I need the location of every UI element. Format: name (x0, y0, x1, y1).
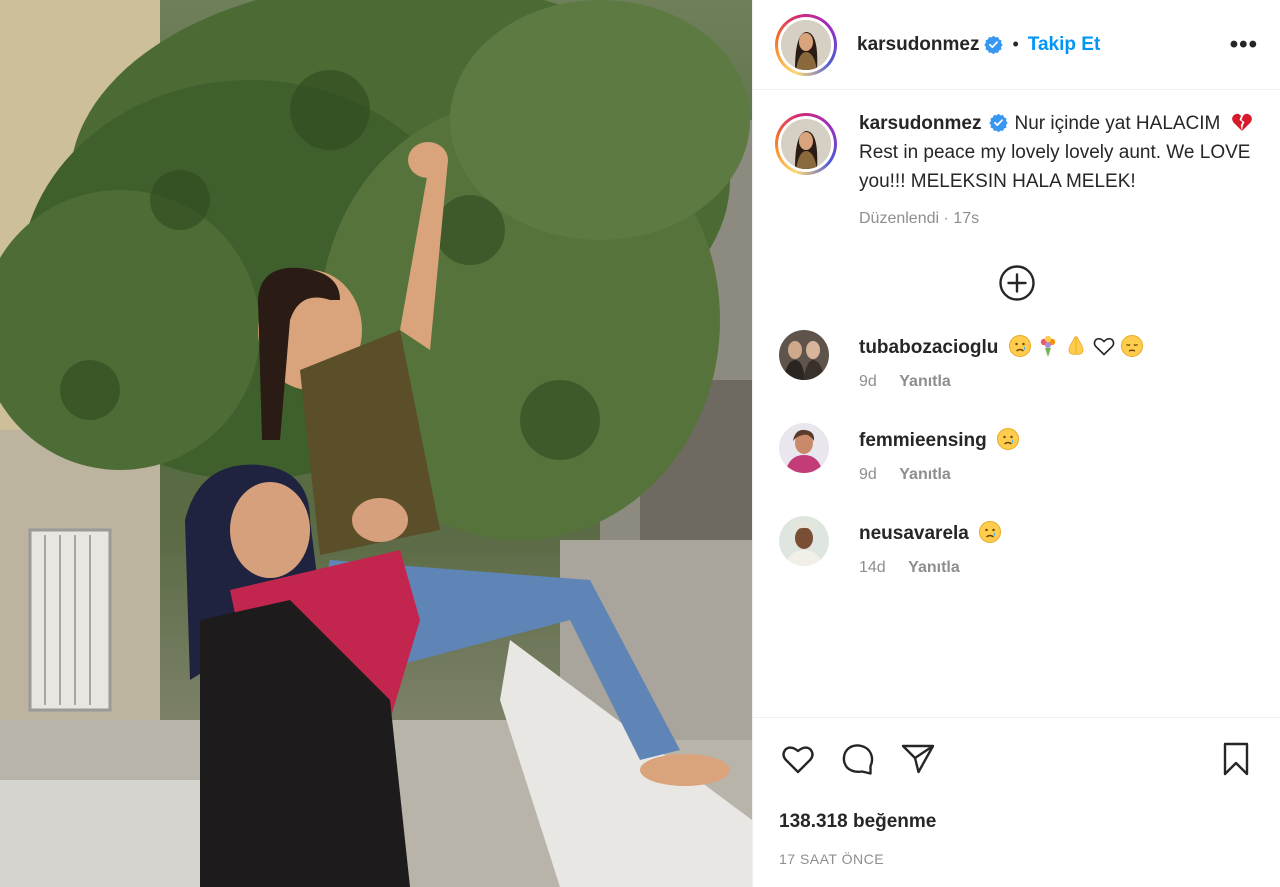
edited-separator: · (943, 210, 949, 227)
broken-heart-icon (1231, 113, 1252, 131)
plus-circle-icon (999, 265, 1035, 301)
post-timestamp[interactable]: 17 SAAT ÖNCE (753, 833, 1280, 867)
reply-button[interactable]: Yanıtla (899, 373, 951, 390)
crying-face-icon (997, 428, 1020, 450)
comment-item: femmieensing 9d Yanıtla (753, 423, 1280, 484)
comment-username[interactable]: neusavarela (859, 523, 969, 544)
crying-face-icon (979, 521, 1002, 543)
post-side-panel: karsudonmez • Takip Et ••• karsudonmez N… (752, 0, 1280, 887)
folded-hands-icon (1068, 336, 1084, 355)
header-separator: • (1012, 34, 1019, 54)
comment-age: 9d (859, 466, 877, 483)
crying-face-icon (1008, 335, 1031, 357)
edited-label: Düzenlendi (859, 210, 940, 227)
comment-avatar[interactable] (779, 516, 829, 566)
bookmark-icon (1223, 742, 1249, 776)
reply-button[interactable]: Yanıtla (899, 466, 951, 483)
comments-list[interactable]: karsudonmez Nur içinde yat HALACIM Rest … (753, 91, 1280, 717)
caption-username[interactable]: karsudonmez (859, 113, 981, 134)
comment-item: neusavarela 14d Yanıtla (753, 516, 1280, 577)
comment-item: tubabozacioglu 9d Yanıtla (753, 330, 1280, 391)
comment-button[interactable] (839, 740, 877, 783)
save-button[interactable] (1217, 740, 1255, 783)
caption-text-part-2: Rest in peace my lovely lovely aunt. We … (859, 142, 1251, 192)
caption-author-avatar[interactable] (775, 113, 837, 175)
reply-button[interactable]: Yanıtla (908, 559, 960, 576)
bouquet-icon (1040, 335, 1055, 357)
caption-text-part-1: Nur içinde yat HALACIM (1014, 113, 1221, 134)
follow-button[interactable]: Takip Et (1028, 34, 1101, 56)
post-photo[interactable] (0, 0, 752, 887)
like-button[interactable] (779, 740, 817, 783)
comment-bubble-icon (842, 744, 874, 775)
post-actions: 138.318 beğenme 17 SAAT ÖNCE (753, 717, 1280, 887)
comment-age: 9d (859, 373, 877, 390)
white-heart-icon (1093, 337, 1115, 356)
comment-avatar[interactable] (779, 423, 829, 473)
post-header: karsudonmez • Takip Et ••• (753, 0, 1280, 90)
comment-age: 14d (859, 559, 886, 576)
comment-avatar[interactable] (779, 330, 829, 380)
caption-text: karsudonmez Nur içinde yat HALACIM Rest … (859, 109, 1259, 196)
load-more-comments-button[interactable] (753, 264, 1280, 302)
verified-badge-icon (984, 35, 1004, 54)
comment-username[interactable]: tubabozacioglu (859, 337, 998, 358)
comment-username[interactable]: femmieensing (859, 430, 987, 451)
share-button[interactable] (899, 740, 937, 783)
verified-badge-icon (989, 113, 1009, 132)
pensive-face-icon (1120, 335, 1143, 357)
author-avatar[interactable] (775, 13, 837, 76)
send-icon (901, 744, 935, 774)
likes-count[interactable]: 138.318 beğenme (753, 783, 1280, 833)
author-avatar-image (781, 19, 831, 70)
author-username[interactable]: karsudonmez (857, 34, 979, 56)
caption-meta: Düzenlendi · 17s (859, 210, 1280, 228)
caption-age: 17s (953, 210, 980, 227)
post-caption: karsudonmez Nur içinde yat HALACIM Rest … (753, 91, 1280, 196)
more-options-button[interactable]: ••• (1230, 31, 1258, 59)
post-photo-illustration (0, 0, 752, 887)
heart-icon (782, 746, 814, 774)
